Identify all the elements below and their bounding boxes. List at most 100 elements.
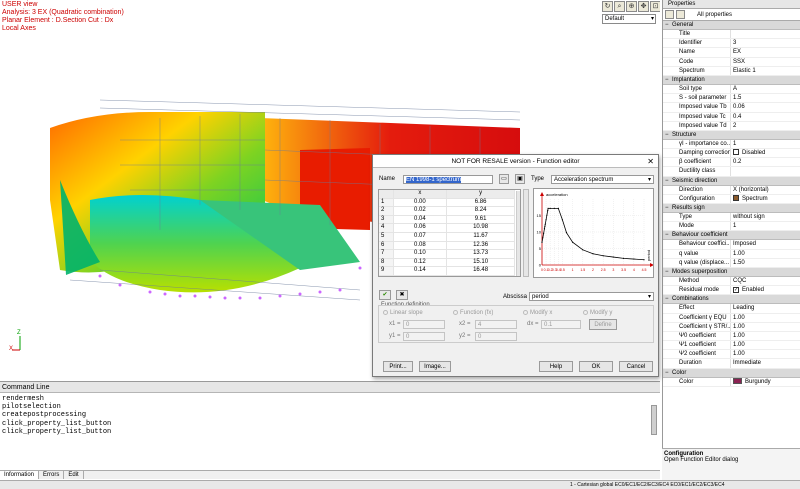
property-value[interactable]: 1.00 [731, 350, 800, 358]
property-row[interactable]: Direction X (horizontal) [663, 185, 800, 195]
cancel-button[interactable]: Cancel [619, 361, 653, 372]
property-row[interactable]: Method CQC [663, 276, 800, 287]
property-row[interactable]: Ψ1 coefficient 1.00 [663, 341, 800, 351]
collapse-icon[interactable]: − [665, 177, 672, 185]
property-row[interactable]: Ductility class [663, 167, 800, 177]
checkbox-checked-icon[interactable]: ✓ [733, 286, 739, 293]
property-row[interactable]: γI - importance co... 1 [663, 139, 800, 150]
validate-check-icon[interactable]: ✔ [379, 290, 391, 300]
property-row[interactable]: Residual mode ✓ Enabled [663, 286, 800, 296]
property-row[interactable]: Identifier 3 [663, 39, 800, 49]
cell-x[interactable]: 0.04 [393, 215, 448, 225]
x1-input[interactable]: 0 [403, 320, 445, 329]
property-row[interactable]: Behaviour coeffici... Imposed [663, 240, 800, 250]
property-row[interactable]: Configuration Spectrum [663, 194, 800, 204]
property-row[interactable]: S - soil parameter 1.5 [663, 94, 800, 104]
cell-y[interactable]: 9.61 [446, 215, 515, 225]
tab-errors[interactable]: Errors [39, 471, 65, 479]
section-header[interactable]: − Behaviour coefficient [663, 231, 800, 241]
cell-y[interactable]: 12.36 [446, 241, 515, 251]
cell-y[interactable]: 17.16 [446, 275, 515, 276]
table-outer-scrollbar[interactable] [523, 189, 529, 277]
section-header[interactable]: − Results sign [663, 204, 800, 213]
collapse-icon[interactable]: − [665, 131, 672, 139]
table-row[interactable]: 8 0.12 15.10 [379, 258, 515, 268]
property-value[interactable]: X (horizontal) [731, 186, 800, 194]
property-row[interactable]: Code SSX [663, 57, 800, 67]
collapse-icon[interactable]: − [665, 295, 672, 303]
cell-x[interactable]: 0.06 [393, 223, 448, 233]
abscissa-select[interactable]: period ▾ [529, 292, 654, 301]
section-header[interactable]: − Combinations [663, 295, 800, 305]
cell-y[interactable]: 13.73 [446, 249, 515, 259]
collapse-icon[interactable]: − [665, 76, 672, 84]
cell-x[interactable]: 0.07 [393, 232, 448, 242]
y1-input[interactable]: 0 [403, 332, 445, 341]
cell-y[interactable]: 11.67 [446, 232, 515, 242]
property-row[interactable]: β coefficient 0.2 [663, 158, 800, 168]
property-value[interactable]: CQC [731, 277, 800, 285]
property-value[interactable]: 1 [731, 222, 800, 230]
property-value[interactable]: 1.5 [731, 94, 800, 102]
property-row[interactable]: Coefficient γ STR/... 1.00 [663, 322, 800, 332]
property-value[interactable]: ✓ Enabled [731, 286, 800, 294]
property-value[interactable]: EX [731, 48, 800, 56]
section-header[interactable]: − General [663, 21, 800, 30]
property-row[interactable]: Name EX [663, 48, 800, 58]
zoom-all-icon[interactable]: ⊡ [650, 1, 660, 12]
collapse-icon[interactable]: − [665, 204, 672, 212]
cell-x[interactable]: 0.00 [393, 198, 448, 208]
property-value[interactable]: Imposed [731, 240, 800, 248]
define-button[interactable]: Define [589, 319, 617, 330]
open-folder-icon[interactable]: ▭ [499, 174, 509, 184]
table-row[interactable]: 1 0.00 6.86 [379, 198, 515, 208]
property-row[interactable]: Mode 1 [663, 222, 800, 232]
property-value[interactable]: 1.00 [731, 332, 800, 340]
zoom-window-icon[interactable]: ⊕ [626, 1, 637, 12]
property-row[interactable]: Imposed value Tb 0.06 [663, 103, 800, 113]
radio-modify-x[interactable]: Modify x [523, 310, 552, 316]
print-button[interactable]: Print... [383, 361, 413, 372]
cell-x[interactable]: 0.14 [393, 266, 448, 276]
type-select[interactable]: Acceleration spectrum ▾ [551, 175, 654, 184]
function-points-table[interactable]: x y 1 0.00 6.86 2 0.02 8.24 3 0.04 9.61 4 0.06 10.9… [378, 189, 521, 277]
radio-modify-y[interactable]: Modify y [583, 310, 612, 316]
table-row[interactable]: 4 0.06 10.98 [379, 223, 515, 233]
cell-y[interactable]: 10.98 [446, 223, 515, 233]
cell-x[interactable]: 0.12 [393, 258, 448, 268]
table-row[interactable]: 100.1517.16 [379, 275, 515, 276]
properties-filter-select[interactable]: All properties [697, 12, 732, 18]
collapse-icon[interactable]: − [665, 231, 672, 239]
property-row[interactable]: Color Burgundy [663, 377, 800, 387]
checkbox-icon[interactable] [733, 149, 739, 156]
x2-input[interactable]: 4 [475, 320, 517, 329]
tab-edit[interactable]: Edit [64, 471, 84, 479]
name-input[interactable]: EN 1998-1 spectrum [403, 175, 493, 184]
property-row[interactable]: q value 1.00 [663, 249, 800, 259]
dx-input[interactable]: 0.1 [541, 320, 581, 329]
section-header[interactable]: − Modes superposition [663, 267, 800, 277]
property-value[interactable]: 0.2 [731, 158, 800, 166]
table-scrollbar[interactable] [516, 191, 520, 276]
tab-information[interactable]: Information [0, 471, 40, 479]
property-value[interactable]: 0.06 [731, 103, 800, 111]
cell-y[interactable]: 6.86 [446, 198, 515, 208]
property-value[interactable]: Immediate [731, 359, 800, 367]
property-row[interactable]: Soil type A [663, 84, 800, 95]
radio-function[interactable]: Function (fx) [453, 310, 493, 316]
property-row[interactable]: Damping correction Disabled [663, 149, 800, 159]
cell-x[interactable]: 0.08 [393, 241, 448, 251]
property-value[interactable]: 1.00 [731, 314, 800, 322]
categorize-icon[interactable] [676, 10, 685, 19]
property-value[interactable]: 1.50 [731, 259, 800, 267]
sort-icon[interactable] [665, 10, 674, 19]
ok-button[interactable]: OK [579, 361, 613, 372]
property-row[interactable]: Spectrum Elastic 1 [663, 66, 800, 76]
property-row[interactable]: Imposed value Tc 0.4 [663, 112, 800, 122]
cell-y[interactable]: 8.24 [446, 206, 515, 216]
table-row[interactable]: 2 0.02 8.24 [379, 206, 515, 216]
property-value[interactable]: SSX [731, 58, 800, 66]
cell-y[interactable]: 16.48 [446, 266, 515, 276]
cell-x[interactable]: 0.02 [393, 206, 448, 216]
property-row[interactable]: Imposed value Td 2 [663, 121, 800, 131]
